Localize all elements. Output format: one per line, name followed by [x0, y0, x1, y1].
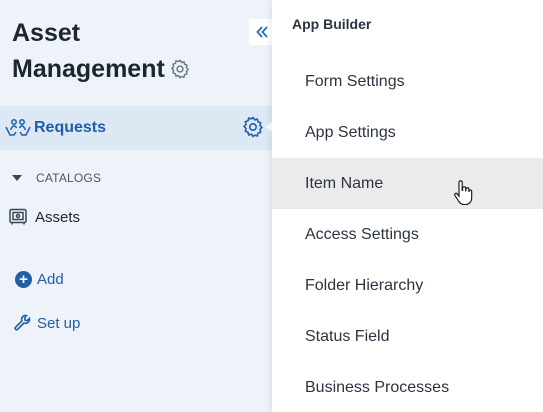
safe-icon	[9, 208, 27, 225]
plus-circle-icon: +	[15, 271, 32, 288]
hands-people-icon	[5, 119, 31, 136]
menu-header: App Builder	[292, 16, 372, 32]
sidebar-item-assets-label: Assets	[35, 208, 81, 226]
sidebar-item-assets[interactable]: Assets	[8, 207, 80, 227]
sidebar: Asset Management Requests CATALOGS Asset…	[0, 0, 275, 412]
app-title-line-2: Management	[12, 55, 165, 83]
menu-item-status-field[interactable]: Status Field	[272, 311, 543, 362]
app-builder-menu: App Builder Form Settings App Settings I…	[272, 0, 543, 412]
add-label: Add	[37, 271, 64, 288]
app-title-line-2-wrap: Management	[12, 51, 202, 87]
menu-item-app-settings[interactable]: App Settings	[272, 107, 543, 158]
setup-button[interactable]: Set up	[12, 312, 80, 334]
caret-down-icon	[12, 175, 22, 181]
wrench-icon	[14, 314, 31, 331]
gear-icon[interactable]	[241, 115, 265, 139]
sidebar-item-requests-label: Requests	[34, 119, 107, 136]
app-title-line-1: Asset	[12, 19, 81, 47]
gear-icon[interactable]	[169, 58, 191, 80]
catalogs-section-toggle[interactable]: CATALOGS	[12, 171, 101, 185]
sidebar-item-requests[interactable]: Requests	[0, 106, 272, 150]
menu-item-access-settings[interactable]: Access Settings	[272, 209, 543, 260]
menu-item-business-processes[interactable]: Business Processes	[272, 362, 543, 412]
setup-label: Set up	[37, 314, 81, 332]
catalogs-label: CATALOGS	[36, 171, 102, 185]
menu-item-item-name[interactable]: Item Name	[272, 158, 543, 209]
menu-item-form-settings[interactable]: Form Settings	[272, 56, 543, 107]
menu-item-folder-hierarchy[interactable]: Folder Hierarchy	[272, 260, 543, 311]
add-button[interactable]: + Add	[15, 271, 64, 288]
app-title: Asset Management	[12, 15, 202, 87]
double-chevron-left-icon	[256, 26, 268, 38]
